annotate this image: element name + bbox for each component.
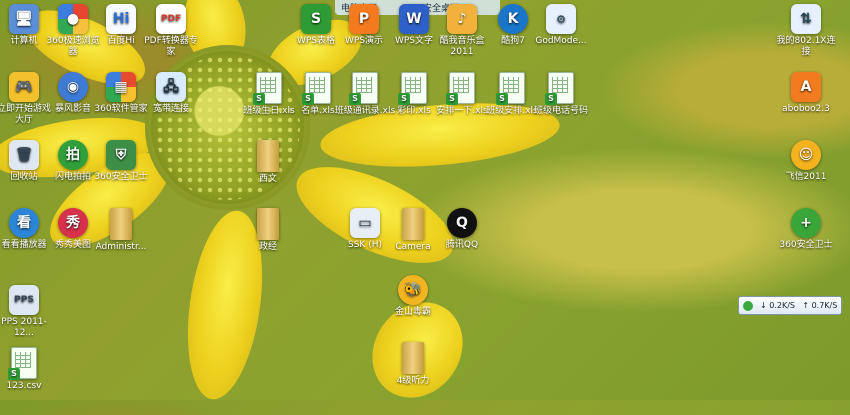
player-icon: 看: [9, 208, 39, 238]
desktop-icon-godmode[interactable]: ⚙ GodMode...: [530, 4, 592, 47]
desktop-icon-administrator[interactable]: Administr...: [90, 208, 152, 253]
desktop-icon-label: 360安全卫士: [779, 240, 833, 250]
desktop-icon-label: Administr...: [95, 242, 147, 252]
desktop-icon-label: PPS 2011-12...: [1, 317, 47, 338]
xls-icon: [398, 72, 427, 105]
desktop-icon-folder-cet4[interactable]: 4级听力: [382, 342, 444, 387]
camera-app-icon: 拍: [58, 140, 88, 170]
desktop-icon-label: 360安全卫士: [94, 172, 148, 182]
bee-icon: 🐝: [398, 275, 428, 305]
drive-icon: ▭: [350, 208, 380, 238]
desktop-icon-label: 班级电话号码: [533, 106, 588, 116]
desktop-icon-pps[interactable]: PPS PPS 2011-12...: [0, 285, 55, 339]
shield-app-icon: ⛨: [106, 140, 136, 170]
folder-icon: [402, 342, 424, 374]
upload-speed-value: 0.2K/S: [769, 301, 795, 310]
folder-icon: [402, 208, 424, 240]
desktop-icon-qq[interactable]: Q 腾讯QQ: [431, 208, 493, 251]
xls-icon: [545, 72, 574, 105]
user-folder-icon: [110, 208, 132, 240]
upload-speed: ↓ 0.2K/S: [759, 301, 795, 310]
xls-icon: [302, 72, 331, 105]
wps-presentation-icon: P: [349, 4, 379, 34]
xls-icon: [253, 72, 282, 105]
desktop-icon-aboboo[interactable]: A aboboo2.3: [775, 72, 837, 115]
desktop-icon-folder-western[interactable]: 西文: [237, 140, 299, 185]
desktop-icon-label: 我的802.1X连接: [776, 36, 836, 57]
desktop-icon-csv[interactable]: 123.csv: [0, 347, 55, 392]
network-icon: ⇅: [791, 4, 821, 34]
desktop-icon-360-guard[interactable]: ⛨ 360安全卫士: [90, 140, 152, 183]
music-icon: ♪: [447, 4, 477, 34]
download-speed: ↑ 0.7K/S: [802, 301, 838, 310]
desktop-icon-label: PDF转换器专家: [144, 36, 198, 57]
chat-icon: Hi: [106, 4, 136, 34]
desktop-icon-kingsoft[interactable]: 🐝 金山毒霸: [382, 275, 444, 318]
control-panel-icon: ⚙: [546, 4, 576, 34]
network-status-icon: [742, 300, 753, 311]
desktop-icon-label: aboboo2.3: [782, 104, 830, 114]
recycle-bin-icon: 🗑: [9, 140, 39, 170]
apps-icon: ▦: [106, 72, 136, 102]
folder-icon: [257, 208, 279, 240]
photo-icon: 秀: [58, 208, 88, 238]
globe-icon: ◉: [58, 72, 88, 102]
desktop-icon-360-security[interactable]: + 360安全卫士: [775, 208, 837, 251]
desktop-icon-label: 腾讯QQ: [445, 240, 479, 250]
desktop-icon-xls-phone[interactable]: 班级电话号码: [530, 72, 592, 117]
desktop-icon-label: 金山毒霸: [394, 307, 431, 317]
csv-icon: [8, 347, 37, 380]
desktop-icon-label: 政经: [258, 242, 277, 252]
security-icon: +: [791, 208, 821, 238]
download-speed-value: 0.7K/S: [811, 301, 838, 310]
desktop-icon-pdf[interactable]: PDF PDF转换器专家: [140, 4, 202, 58]
desktop-icon-label: 西文: [258, 174, 277, 184]
wps-sheet-icon: S: [301, 4, 331, 34]
desktop-icon-label: 宽带连接: [152, 104, 189, 114]
desktop-icon-broadband[interactable]: 🖧 宽带连接: [140, 72, 202, 115]
xls-icon: [496, 72, 525, 105]
desktop-icon-label: 飞信2011: [785, 172, 827, 182]
browser-icon: ●: [58, 4, 88, 34]
wps-writer-icon: W: [399, 4, 429, 34]
computer-icon: 🖥: [9, 4, 39, 34]
fetion-icon: ☺: [791, 140, 821, 170]
broadband-icon: 🖧: [156, 72, 186, 102]
desktop-icon-label: GodMode...: [535, 36, 587, 46]
aboboo-icon: A: [791, 72, 821, 102]
desktop-icon-label: 4级听力: [396, 376, 430, 386]
kugou-icon: K: [498, 4, 528, 34]
desktop-icon-folder-politics[interactable]: 政经: [237, 208, 299, 253]
pdf-icon: PDF: [156, 4, 186, 34]
qq-icon: Q: [447, 208, 477, 238]
desktop-icon-fetion[interactable]: ☺ 飞信2011: [775, 140, 837, 183]
network-speed-widget[interactable]: ↓ 0.2K/S ↑ 0.7K/S: [738, 296, 842, 315]
pps-icon: PPS: [9, 285, 39, 315]
desktop-icon-8021x[interactable]: ⇅ 我的802.1X连接: [775, 4, 837, 58]
game-icon: 🎮: [9, 72, 39, 102]
desktop-icon-label: 123.csv: [6, 381, 42, 391]
xls-icon: [349, 72, 378, 105]
folder-icon: [257, 140, 279, 172]
xls-icon: [446, 72, 475, 105]
